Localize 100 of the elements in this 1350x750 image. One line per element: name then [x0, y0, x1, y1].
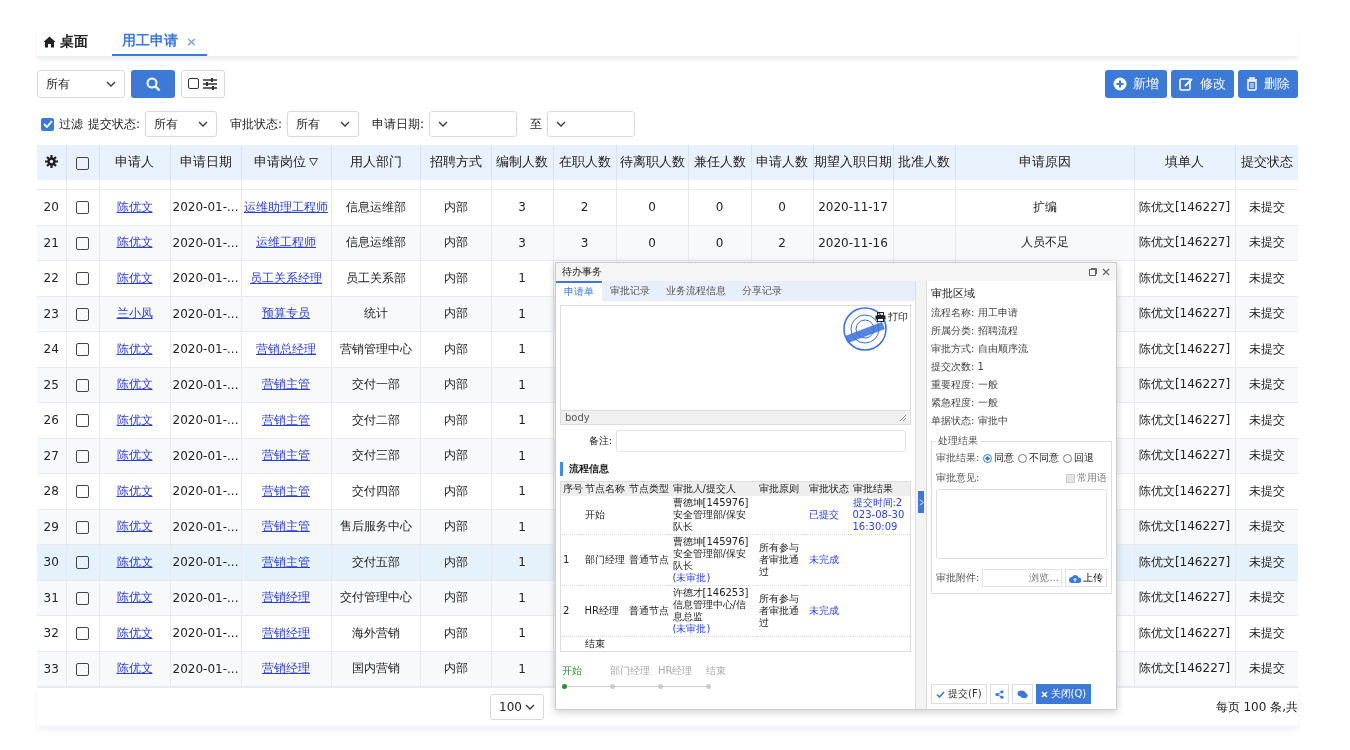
filter-select[interactable]: 所有	[287, 111, 360, 137]
settings-icon[interactable]	[44, 154, 58, 168]
page-tab[interactable]: 用工申请 ×	[112, 28, 207, 56]
table-link[interactable]: 陈优文	[116, 661, 153, 676]
upload-button[interactable]: 上传	[1065, 569, 1107, 587]
column-header[interactable]: 期望入职日期	[813, 145, 893, 180]
column-header[interactable]: 招聘方式	[420, 145, 491, 180]
table-link[interactable]: 陈优文	[116, 235, 153, 250]
collapse-toggle[interactable]	[918, 491, 924, 513]
dialog-tab[interactable]: 分享记录	[734, 281, 790, 301]
row-checkbox[interactable]	[76, 343, 89, 357]
row-checkbox[interactable]	[76, 414, 89, 428]
action-button[interactable]: 删除	[1238, 70, 1298, 98]
column-header[interactable]: 编制人数	[491, 145, 553, 180]
table-link[interactable]: 营销主管	[262, 554, 310, 569]
comment-button[interactable]	[1011, 684, 1033, 704]
dialog-tab[interactable]: 申请单	[556, 281, 602, 301]
close-button[interactable]: 关闭(Q)	[1035, 684, 1092, 704]
table-link[interactable]: 陈优文	[116, 483, 153, 498]
attachment-field[interactable]: 浏览...	[982, 569, 1062, 587]
page-size-select[interactable]: 100	[490, 694, 544, 720]
table-link[interactable]: 营销经理	[262, 625, 310, 640]
filter-select[interactable]: 所有	[145, 111, 218, 137]
table-link[interactable]: 陈优文	[116, 199, 153, 214]
table-link[interactable]: 陈优文	[116, 590, 153, 605]
column-header[interactable]: 批准人数	[893, 145, 955, 180]
table-link[interactable]: 陈优文	[116, 341, 153, 356]
action-button[interactable]: 新增	[1105, 70, 1167, 98]
submit-button[interactable]: 提交(F)	[931, 684, 987, 704]
page-tab[interactable]: 桌面	[37, 28, 94, 56]
table-link[interactable]: 营销主管	[262, 377, 310, 392]
table-link[interactable]: 营销经理	[262, 590, 310, 605]
row-checkbox[interactable]	[76, 627, 89, 641]
column-header[interactable]: 申请人数	[751, 145, 813, 180]
status-link[interactable]: 未完成	[808, 554, 839, 565]
table-link[interactable]: 陈优文	[116, 377, 153, 392]
row-checkbox[interactable]	[76, 272, 89, 286]
status-link[interactable]: 已提交	[808, 509, 839, 520]
filter-icon[interactable]	[309, 158, 318, 166]
radio-option[interactable]: 回退	[1063, 451, 1095, 465]
table-link[interactable]: 兰小凤	[116, 306, 153, 321]
row-checkbox[interactable]	[76, 591, 89, 605]
column-header[interactable]: 申请人	[99, 145, 170, 180]
row-checkbox[interactable]	[76, 520, 89, 534]
table-link[interactable]: 营销总经理	[256, 341, 316, 356]
table-link[interactable]: 运维工程师	[256, 235, 316, 250]
search-button[interactable]	[131, 70, 175, 98]
filter-checkbox[interactable]	[41, 117, 54, 131]
phrase-checkbox[interactable]	[1066, 473, 1075, 483]
column-header[interactable]: 在职人数	[553, 145, 616, 180]
column-toggle-button[interactable]	[181, 70, 225, 98]
row-checkbox[interactable]	[76, 449, 89, 463]
table-link[interactable]: 营销主管	[262, 519, 310, 534]
row-checkbox[interactable]	[76, 556, 89, 570]
print-link[interactable]: 打印	[875, 310, 908, 324]
table-link[interactable]: 陈优文	[116, 270, 153, 285]
status-link[interactable]: 未完成	[808, 605, 839, 616]
table-link[interactable]: 营销主管	[262, 483, 310, 498]
column-header[interactable]: 用人部门	[331, 145, 420, 180]
table-link[interactable]: 营销主管	[262, 448, 310, 463]
table-link[interactable]: 陈优文	[116, 519, 153, 534]
row-checkbox[interactable]	[76, 662, 89, 676]
row-checkbox[interactable]	[76, 307, 89, 321]
phrase-option[interactable]: 常用语	[1066, 471, 1107, 485]
row-checkbox[interactable]	[76, 201, 89, 215]
column-header[interactable]: 申请岗位	[241, 145, 331, 180]
restore-icon[interactable]	[1089, 268, 1097, 276]
table-link[interactable]: 陈优文	[116, 412, 153, 427]
opinion-field[interactable]	[936, 489, 1107, 559]
document-editor[interactable]: 打印 body	[560, 305, 911, 425]
table-link[interactable]: 预算专员	[262, 306, 310, 321]
table-link[interactable]: 陈优文	[116, 625, 153, 640]
action-button[interactable]: 修改	[1171, 70, 1234, 98]
dialog-tab[interactable]: 业务流程信息	[658, 281, 734, 301]
remark-field[interactable]	[616, 430, 906, 452]
close-icon[interactable]	[1102, 268, 1110, 276]
table-link[interactable]: 营销主管	[262, 412, 310, 427]
table-link[interactable]: 员工关系经理	[250, 270, 322, 285]
dialog-tab[interactable]: 审批记录	[602, 281, 658, 301]
row-checkbox[interactable]	[76, 378, 89, 392]
select-all-checkbox[interactable]	[76, 157, 89, 170]
column-header[interactable]: 待离职人数	[616, 145, 688, 180]
table-link[interactable]: 运维助理工程师	[244, 199, 328, 214]
scope-select[interactable]: 所有	[37, 70, 125, 98]
resize-grip-icon[interactable]	[900, 414, 906, 421]
column-header[interactable]: 申请原因	[955, 145, 1134, 180]
table-link[interactable]: 陈优文	[116, 448, 153, 463]
table-link[interactable]: 营销经理	[262, 661, 310, 676]
radio-option[interactable]: 不同意	[1018, 451, 1060, 465]
row-checkbox[interactable]	[76, 236, 89, 250]
column-header[interactable]: 申请日期	[170, 145, 241, 180]
table-cell: 陈优文[146227]	[1138, 519, 1231, 534]
table-link[interactable]: 陈优文	[116, 554, 153, 569]
column-header[interactable]: 提交状态	[1235, 145, 1298, 180]
column-header[interactable]: 兼任人数	[688, 145, 751, 180]
share-button[interactable]	[989, 684, 1009, 704]
column-header[interactable]: 填单人	[1134, 145, 1235, 180]
table-cell: 所有参与者审批通过	[758, 542, 799, 577]
row-checkbox[interactable]	[76, 485, 89, 499]
radio-option[interactable]: 同意	[983, 451, 1015, 465]
